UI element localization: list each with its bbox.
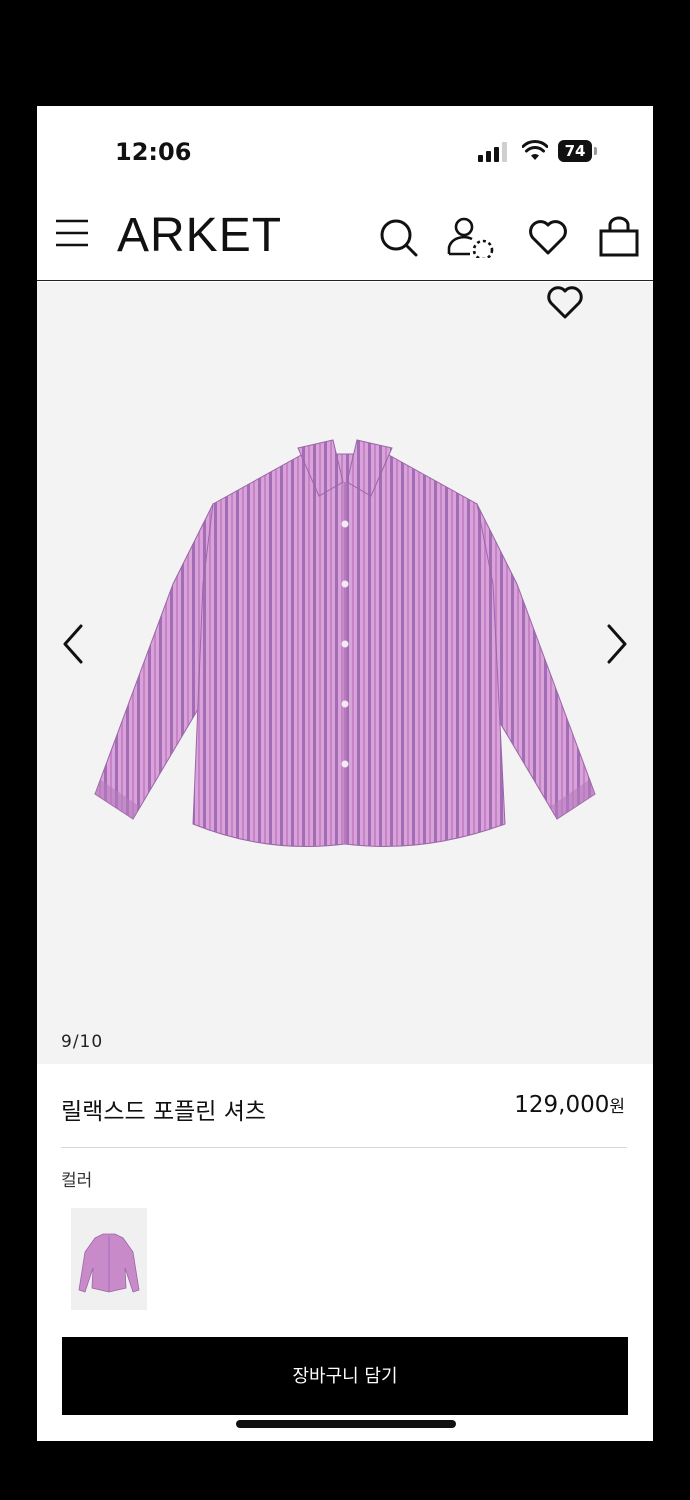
battery-indicator: 74 <box>558 140 597 162</box>
image-counter: 9/10 <box>61 1032 104 1052</box>
brand-logo[interactable]: ARKET <box>117 208 282 263</box>
cellular-signal-icon <box>478 142 510 162</box>
shopping-bag-icon[interactable] <box>598 216 640 258</box>
product-photo-striped-shirt <box>94 439 596 847</box>
divider <box>61 1147 627 1148</box>
previous-image-arrow-icon[interactable] <box>57 622 91 666</box>
product-name: 릴랙스드 포플린 셔츠 <box>61 1099 267 1125</box>
color-swatch-pink-stripe[interactable] <box>71 1208 147 1310</box>
product-price: 129,000원 <box>514 1092 625 1118</box>
next-image-arrow-icon[interactable] <box>599 622 633 666</box>
price-currency: 원 <box>609 1097 625 1117</box>
add-to-wishlist-heart-icon[interactable] <box>545 282 585 322</box>
home-indicator[interactable] <box>236 1420 456 1428</box>
wifi-icon <box>522 140 548 160</box>
site-header: ARKET <box>37 196 653 281</box>
search-icon[interactable] <box>377 216 419 258</box>
price-amount: 129,000 <box>514 1092 610 1118</box>
account-icon[interactable] <box>446 216 498 258</box>
menu-icon[interactable] <box>55 216 89 250</box>
wishlist-icon[interactable] <box>527 216 569 258</box>
color-label: 컬러 <box>61 1171 93 1191</box>
product-image-gallery[interactable]: 9/10 <box>37 282 653 1064</box>
status-time: 12:06 <box>115 138 192 166</box>
swatch-shirt-thumbnail <box>78 1233 140 1293</box>
phone-screen: 12:06 74 ARKET 9/10 릴랙스드 포플린 셔츠 129,000원… <box>37 106 653 1441</box>
add-to-cart-button[interactable]: 장바구니 담기 <box>62 1337 628 1415</box>
